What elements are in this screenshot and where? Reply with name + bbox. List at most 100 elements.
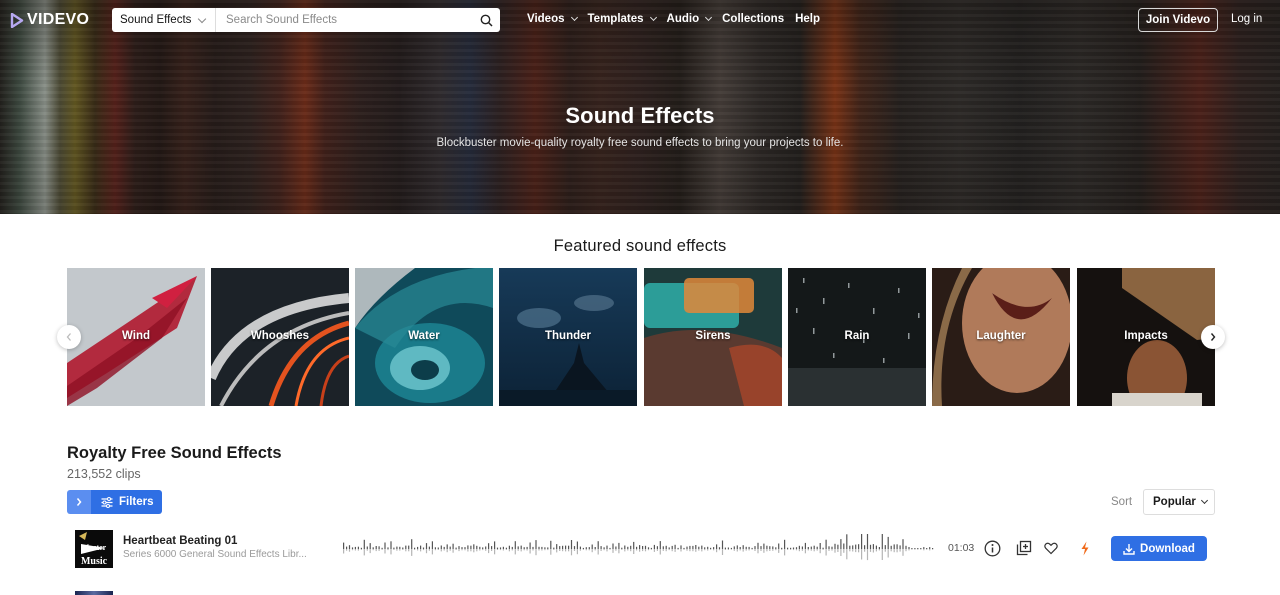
waveform-bar-reflection: [434, 549, 436, 551]
track-library[interactable]: Series 6000 General Sound Effects Libr..…: [123, 549, 307, 560]
chevron-down-icon: [570, 13, 578, 22]
waveform-bar-reflection: [467, 549, 469, 552]
category-tile-water[interactable]: Water: [355, 268, 493, 406]
waveform-bar: [650, 547, 652, 549]
waveform-bar: [893, 544, 895, 549]
filters-button[interactable]: Filters: [67, 490, 162, 514]
waveform-bar-reflection: [588, 549, 590, 551]
waveform[interactable]: [341, 534, 937, 564]
waveform-bar: [573, 546, 576, 549]
waveform-bar: [745, 546, 747, 549]
search-button[interactable]: [472, 8, 500, 32]
waveform-bar-reflection: [630, 549, 632, 552]
category-label: Water: [408, 330, 440, 342]
waveform-bar: [869, 544, 872, 549]
nav-videos[interactable]: Videos: [527, 13, 578, 25]
waveform-bar-reflection: [609, 549, 611, 550]
waveform-bar: [609, 547, 611, 549]
waveform-bar-reflection: [718, 549, 721, 551]
top-navigation: VIDEVO Sound Effects Videos Templates Au…: [0, 0, 1280, 40]
track-title[interactable]: Heartbeat Beating 01: [123, 535, 237, 547]
carousel-next-button[interactable]: [1201, 325, 1225, 349]
category-label: Wind: [122, 330, 150, 342]
category-tile-thunder[interactable]: Thunder: [499, 268, 637, 406]
waveform-bar-reflection: [547, 549, 549, 551]
videvo-logo[interactable]: VIDEVO: [10, 11, 89, 29]
waveform-bar-reflection: [733, 549, 735, 551]
waveform-bar: [831, 546, 833, 549]
waveform-bar-reflection: [716, 549, 718, 553]
sliders-icon: [101, 496, 113, 508]
nav-videos-label: Videos: [527, 13, 565, 25]
expand-filters-toggle[interactable]: [67, 490, 91, 514]
waveform-bar-reflection: [390, 549, 392, 555]
waveform-bar-reflection: [831, 549, 833, 551]
waveform-bar: [440, 545, 442, 549]
waveform-bar: [902, 539, 904, 549]
waveform-bar-reflection: [494, 549, 496, 555]
category-tile-whooshes[interactable]: Whooshes: [211, 268, 349, 406]
info-button[interactable]: [982, 538, 1002, 558]
hero-title: Sound Effects: [565, 103, 715, 128]
waveform-bar: [363, 539, 365, 549]
waveform-bar-reflection: [508, 549, 510, 552]
waveform-bar: [713, 547, 715, 549]
waveform-bar-reflection: [656, 549, 658, 551]
waveform-bar: [861, 534, 863, 549]
waveform-bar: [621, 547, 623, 549]
next-track-thumbnail[interactable]: [75, 591, 113, 595]
waveform-bar: [485, 546, 487, 549]
quick-download-button[interactable]: [1075, 538, 1095, 558]
waveform-bar: [556, 544, 558, 549]
download-button[interactable]: Download: [1111, 536, 1207, 561]
filters-label-area[interactable]: Filters: [91, 490, 162, 514]
nav-help[interactable]: Help: [795, 13, 820, 25]
waveform-bar: [674, 544, 676, 549]
category-tile-impacts[interactable]: Impacts: [1077, 268, 1215, 406]
waveform-bar-reflection: [603, 549, 605, 551]
waveform-bar-reflection: [541, 549, 543, 551]
waveform-bar: [402, 547, 404, 549]
waveform-bar-reflection: [784, 549, 786, 556]
track-thumbnail[interactable]: Master Music: [75, 530, 113, 568]
waveform-bar-reflection: [346, 549, 348, 551]
search-input[interactable]: [216, 8, 472, 32]
search-category-dropdown[interactable]: Sound Effects: [112, 8, 216, 32]
favorite-button[interactable]: [1041, 538, 1061, 558]
carousel-prev-button[interactable]: [57, 325, 81, 349]
nav-templates[interactable]: Templates: [588, 13, 657, 25]
waveform-bar: [908, 547, 910, 549]
waveform-bar: [727, 547, 729, 549]
waveform-bar: [473, 544, 475, 549]
waveform-bar-reflection: [479, 549, 481, 551]
waveform-bar: [482, 547, 484, 549]
waveform-bar: [491, 546, 493, 549]
search-icon: [480, 14, 493, 27]
waveform-bar: [422, 547, 425, 549]
waveform-bar: [505, 547, 507, 549]
add-to-collection-button[interactable]: [1014, 538, 1034, 558]
waveform-bar: [795, 547, 798, 549]
waveform-bar: [502, 546, 504, 549]
category-tile-rain[interactable]: Rain: [788, 268, 926, 406]
waveform-bar-reflection: [363, 549, 365, 556]
waveform-bar: [810, 546, 812, 549]
category-tile-sirens[interactable]: Sirens: [644, 268, 782, 406]
category-tile-laughter[interactable]: Laughter: [932, 268, 1070, 406]
sort-dropdown[interactable]: Popular: [1143, 489, 1215, 515]
waveform-bar-reflection: [908, 549, 910, 551]
category-label: Laughter: [976, 330, 1026, 342]
waveform-bar-reflection: [878, 549, 880, 551]
waveform-bar-reflection: [627, 549, 629, 551]
login-link[interactable]: Log in: [1231, 13, 1262, 25]
nav-collections[interactable]: Collections: [722, 13, 784, 25]
waveform-bar-reflection: [689, 549, 691, 552]
nav-audio[interactable]: Audio: [667, 13, 713, 25]
waveform-bar-reflection: [559, 549, 561, 551]
waveform-bar-reflection: [550, 549, 552, 555]
category-tile-wind[interactable]: Wind: [67, 268, 205, 406]
join-videvo-button[interactable]: Join Videvo: [1138, 8, 1218, 32]
waveform-bar: [716, 544, 718, 549]
waveform-bar-reflection: [899, 549, 901, 552]
nav-collections-label: Collections: [722, 13, 785, 25]
